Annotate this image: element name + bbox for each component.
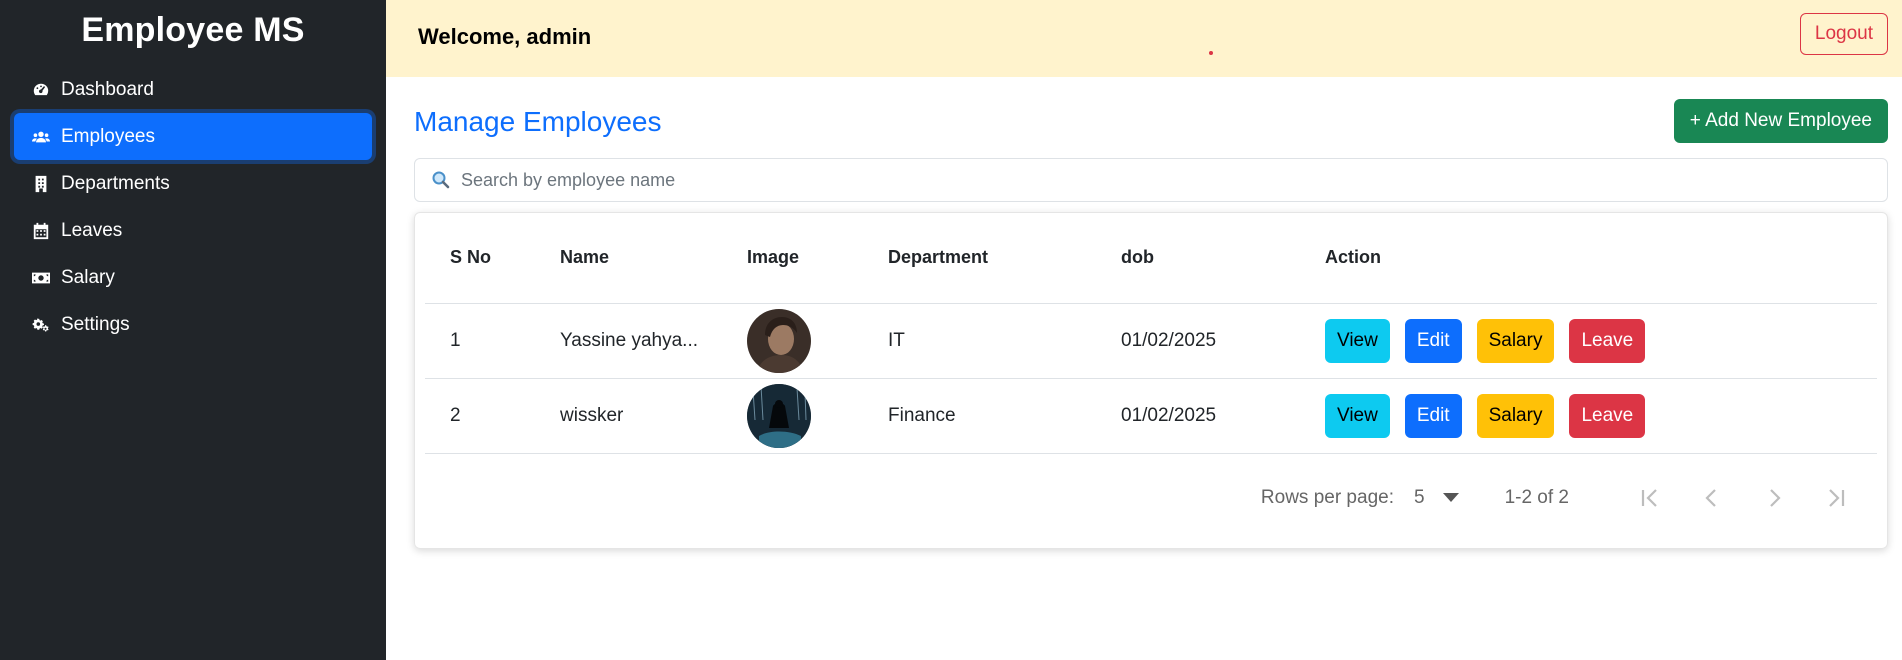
sidebar-item-departments[interactable]: Departments bbox=[14, 160, 372, 207]
cell-department: Finance bbox=[888, 404, 956, 426]
employees-table: S No Name Image Department dob Action 1 … bbox=[425, 213, 1877, 454]
edit-button[interactable]: Edit bbox=[1404, 393, 1462, 438]
cogs-icon bbox=[32, 316, 50, 334]
leave-button[interactable]: Leave bbox=[1569, 318, 1646, 363]
topbar: Welcome, admin Logout bbox=[386, 0, 1902, 77]
add-employee-button[interactable]: + Add New Employee bbox=[1673, 99, 1888, 143]
table-row: 2 wissker Finance 01/02/2025 View Edit S… bbox=[425, 378, 1877, 453]
cell-name: Yassine yahya... bbox=[560, 329, 699, 351]
sidebar-item-leaves[interactable]: Leaves bbox=[14, 207, 372, 254]
salary-button[interactable]: Salary bbox=[1476, 393, 1555, 438]
page-title: Manage Employees bbox=[414, 106, 662, 137]
pagination: Rows per page: 5 1-2 of 2 bbox=[425, 454, 1877, 543]
cell-dob: 01/02/2025 bbox=[1121, 404, 1217, 426]
column-header-sno[interactable]: S No bbox=[425, 213, 535, 303]
cell-dob: 01/02/2025 bbox=[1121, 329, 1217, 351]
cell-image bbox=[722, 378, 863, 453]
leave-button[interactable]: Leave bbox=[1569, 393, 1646, 438]
cell-sno: 2 bbox=[450, 404, 461, 426]
sidebar-item-settings[interactable]: Settings bbox=[14, 301, 372, 348]
sidebar-item-employees[interactable]: Employees bbox=[14, 113, 372, 160]
table-row: 1 Yassine yahya... IT 01/02/2025 View Ed… bbox=[425, 303, 1877, 378]
cell-sno: 1 bbox=[450, 329, 461, 351]
sidebar-nav: Dashboard Employees Departments Leaves S… bbox=[0, 66, 386, 348]
search-box bbox=[414, 158, 1888, 202]
cell-name: wissker bbox=[560, 404, 624, 426]
column-header-name[interactable]: Name bbox=[535, 213, 722, 303]
sidebar-item-label: Departments bbox=[61, 172, 170, 194]
building-icon bbox=[32, 175, 50, 193]
main-area: Welcome, admin Logout Manage Employees +… bbox=[386, 0, 1902, 660]
sidebar: Employee MS Dashboard Employees Departme… bbox=[0, 0, 386, 660]
rows-per-page-label: Rows per page: bbox=[1260, 487, 1394, 508]
first-page-button[interactable] bbox=[1629, 477, 1671, 519]
first-page-icon bbox=[1641, 489, 1657, 507]
cell-actions: View Edit Salary Leave bbox=[1300, 303, 1877, 378]
column-header-action: Action bbox=[1325, 247, 1381, 268]
caret-down-icon bbox=[1442, 493, 1459, 502]
money-icon bbox=[32, 269, 50, 287]
next-page-button[interactable] bbox=[1753, 477, 1795, 519]
welcome-text: Welcome, admin bbox=[418, 23, 592, 49]
sidebar-item-label: Dashboard bbox=[61, 78, 154, 100]
search-icon bbox=[431, 170, 451, 190]
view-button[interactable]: View bbox=[1325, 318, 1390, 363]
content: Manage Employees + Add New Employee S No… bbox=[386, 77, 1902, 549]
sidebar-item-label: Settings bbox=[61, 313, 130, 335]
column-header-dob[interactable]: dob bbox=[1096, 213, 1300, 303]
column-header-department[interactable]: Department bbox=[863, 213, 1096, 303]
sidebar-item-label: Leaves bbox=[61, 219, 123, 241]
search-input[interactable] bbox=[461, 169, 1887, 191]
previous-page-button[interactable] bbox=[1691, 477, 1733, 519]
employee-avatar bbox=[747, 383, 811, 448]
page-range: 1-2 of 2 bbox=[1504, 487, 1569, 508]
salary-button[interactable]: Salary bbox=[1476, 318, 1555, 363]
employee-avatar bbox=[747, 308, 811, 373]
sidebar-item-label: Salary bbox=[61, 266, 115, 288]
sidebar-item-dashboard[interactable]: Dashboard bbox=[14, 66, 372, 113]
brand-title: Employee MS bbox=[81, 10, 305, 49]
last-page-icon bbox=[1829, 489, 1845, 507]
gauge-icon bbox=[32, 81, 50, 99]
cell-actions: View Edit Salary Leave bbox=[1300, 378, 1877, 453]
indicator-dot bbox=[1209, 51, 1213, 55]
sidebar-item-label: Employees bbox=[61, 125, 155, 147]
sidebar-item-salary[interactable]: Salary bbox=[14, 254, 372, 301]
view-button[interactable]: View bbox=[1325, 393, 1390, 438]
calendar-icon bbox=[32, 222, 50, 240]
employees-table-card: S No Name Image Department dob Action 1 … bbox=[414, 212, 1888, 549]
column-header-image: Image bbox=[747, 247, 800, 268]
logout-button[interactable]: Logout bbox=[1799, 12, 1888, 55]
edit-button[interactable]: Edit bbox=[1404, 318, 1462, 363]
chevron-left-icon bbox=[1705, 489, 1716, 507]
rows-per-page-value: 5 bbox=[1413, 487, 1425, 508]
table-header-row: S No Name Image Department dob Action bbox=[425, 213, 1877, 303]
last-page-button[interactable] bbox=[1815, 477, 1857, 519]
cell-image bbox=[722, 303, 863, 378]
users-icon bbox=[32, 128, 50, 146]
cell-department: IT bbox=[888, 329, 905, 351]
chevron-right-icon bbox=[1770, 489, 1781, 507]
rows-per-page-select[interactable]: 5 bbox=[1414, 487, 1459, 509]
app: Employee MS Dashboard Employees Departme… bbox=[0, 0, 1902, 660]
title-row: Manage Employees + Add New Employee bbox=[414, 77, 1888, 157]
